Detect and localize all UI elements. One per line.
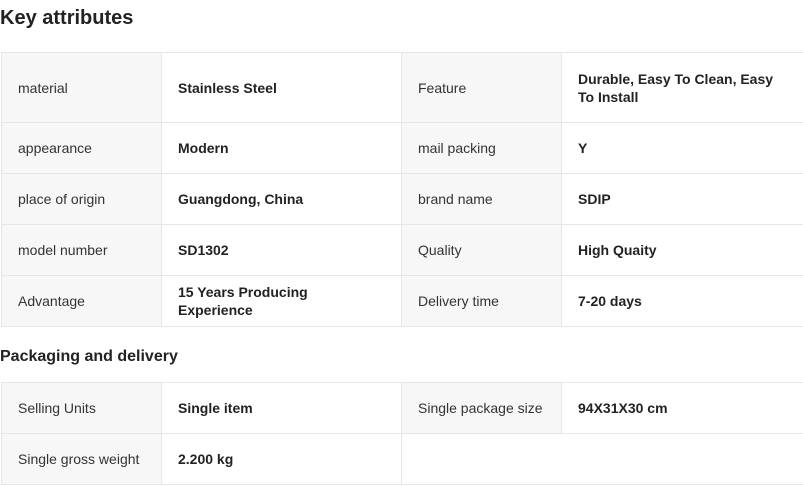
key-attributes-title: Key attributes <box>0 7 134 29</box>
attribute-value: Guangdong, China <box>161 173 402 225</box>
attribute-label: material <box>1 52 162 123</box>
attribute-value: High Quaity <box>561 224 803 276</box>
attribute-value: 7-20 days <box>561 275 803 327</box>
attribute-label: Single package size <box>401 382 562 434</box>
attribute-value: Y <box>561 122 803 174</box>
packaging-delivery-title: Packaging and delivery <box>0 348 178 365</box>
attribute-label: model number <box>1 224 162 276</box>
attribute-label: Feature <box>401 52 562 123</box>
attribute-label: brand name <box>401 173 562 225</box>
attribute-value: Durable, Easy To Clean, Easy To Install <box>561 52 803 123</box>
attribute-value: SD1302 <box>161 224 402 276</box>
attribute-value: 2.200 kg <box>161 433 402 485</box>
attribute-label: Selling Units <box>1 382 162 434</box>
table-row: model number SD1302 Quality High Quaity <box>1 224 803 276</box>
attribute-label: place of origin <box>1 173 162 225</box>
attribute-label: Quality <box>401 224 562 276</box>
attribute-value: 15 Years Producing Experience <box>161 275 402 327</box>
attribute-value: SDIP <box>561 173 803 225</box>
attribute-value: Single item <box>161 382 402 434</box>
attribute-label: mail packing <box>401 122 562 174</box>
table-row: Single gross weight 2.200 kg <box>1 433 803 485</box>
attribute-label: Delivery time <box>401 275 562 327</box>
table-row: material Stainless Steel Feature Durable… <box>1 52 803 123</box>
table-row: appearance Modern mail packing Y <box>1 122 803 174</box>
empty-cell <box>401 433 803 485</box>
attribute-label: appearance <box>1 122 162 174</box>
table-row: Selling Units Single item Single package… <box>1 382 803 434</box>
attribute-value: Stainless Steel <box>161 52 402 123</box>
key-attributes-table: material Stainless Steel Feature Durable… <box>1 52 803 327</box>
attribute-label: Single gross weight <box>1 433 162 485</box>
attribute-value: 94X31X30 cm <box>561 382 803 434</box>
attribute-label: Advantage <box>1 275 162 327</box>
packaging-delivery-table: Selling Units Single item Single package… <box>1 382 803 485</box>
table-row: Advantage 15 Years Producing Experience … <box>1 275 803 327</box>
attribute-value: Modern <box>161 122 402 174</box>
table-row: place of origin Guangdong, China brand n… <box>1 173 803 225</box>
